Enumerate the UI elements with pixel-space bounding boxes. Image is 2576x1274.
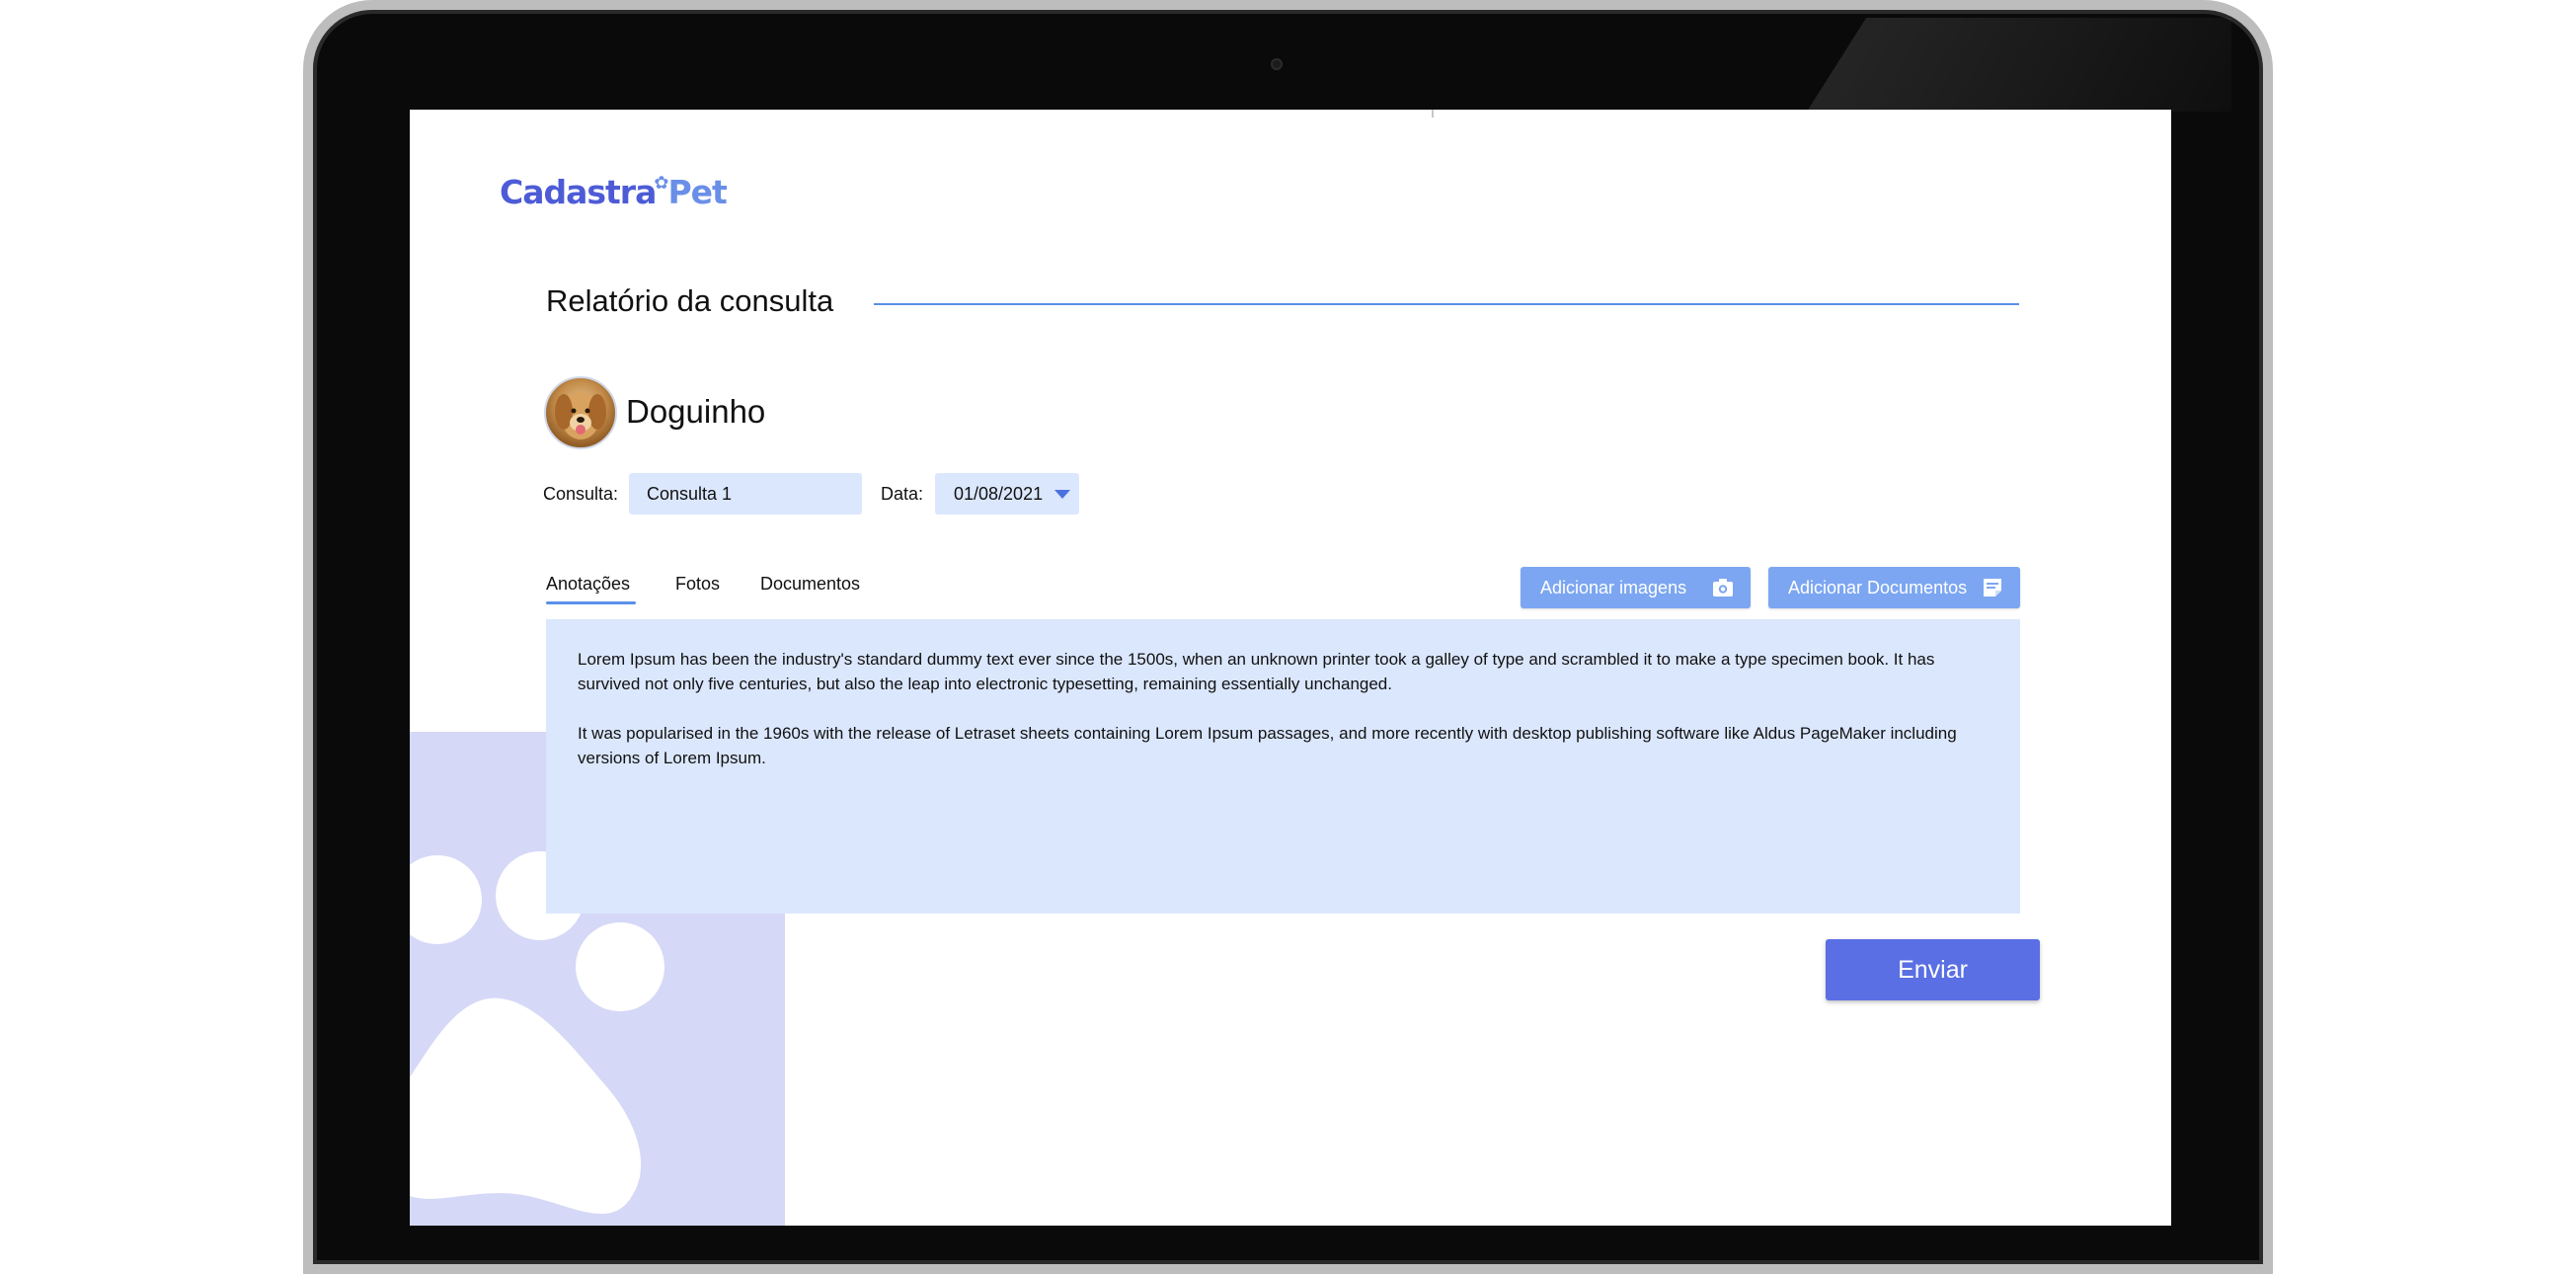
- app-logo[interactable]: Cadastra✿Pet: [500, 173, 728, 211]
- title-divider: [874, 303, 2019, 305]
- active-tab-indicator: [546, 601, 636, 604]
- date-label: Data:: [881, 484, 924, 504]
- document-icon: [1984, 579, 2001, 597]
- tab-anotacoes[interactable]: Anotações: [546, 574, 630, 595]
- tab-documentos[interactable]: Documentos: [760, 574, 860, 595]
- logo-text-pet: Pet: [667, 173, 727, 211]
- page-title: Relatório da consulta: [546, 283, 834, 318]
- screen-notch: [1432, 110, 1434, 118]
- add-documents-button[interactable]: Adicionar Documentos: [1768, 567, 2020, 608]
- consulta-label: Consulta:: [543, 484, 619, 504]
- tab-fotos[interactable]: Fotos: [675, 574, 720, 595]
- camera-icon: [1713, 579, 1733, 597]
- date-select[interactable]: 01/08/2021: [935, 473, 1079, 515]
- add-images-label: Adicionar imagens: [1540, 578, 1687, 597]
- notes-paragraph-2: It was popularised in the 1960s with the…: [578, 724, 1957, 767]
- app-screen: Cadastra✿Pet Relatório da consulta Dogui…: [410, 110, 2171, 1226]
- pet-avatar: [544, 376, 617, 449]
- submit-button[interactable]: Enviar: [1826, 939, 2040, 1000]
- camera-icon: [1271, 58, 1283, 70]
- logo-text-cadastra: Cadastra: [500, 173, 657, 211]
- consulta-field[interactable]: Consulta 1: [629, 473, 862, 515]
- notes-paragraph-1: Lorem Ipsum has been the industry's stan…: [578, 650, 1935, 693]
- add-images-button[interactable]: Adicionar imagens: [1521, 567, 1751, 608]
- pet-name: Doguinho: [626, 393, 766, 430]
- chevron-down-icon[interactable]: [1054, 490, 1070, 499]
- bezel-glare: [1807, 18, 2231, 112]
- add-documents-label: Adicionar Documentos: [1788, 578, 1968, 597]
- notes-textarea[interactable]: Lorem Ipsum has been the industry's stan…: [546, 619, 2020, 914]
- date-value: 01/08/2021: [954, 484, 1044, 504]
- logo-paw-icon: ✿: [654, 173, 668, 194]
